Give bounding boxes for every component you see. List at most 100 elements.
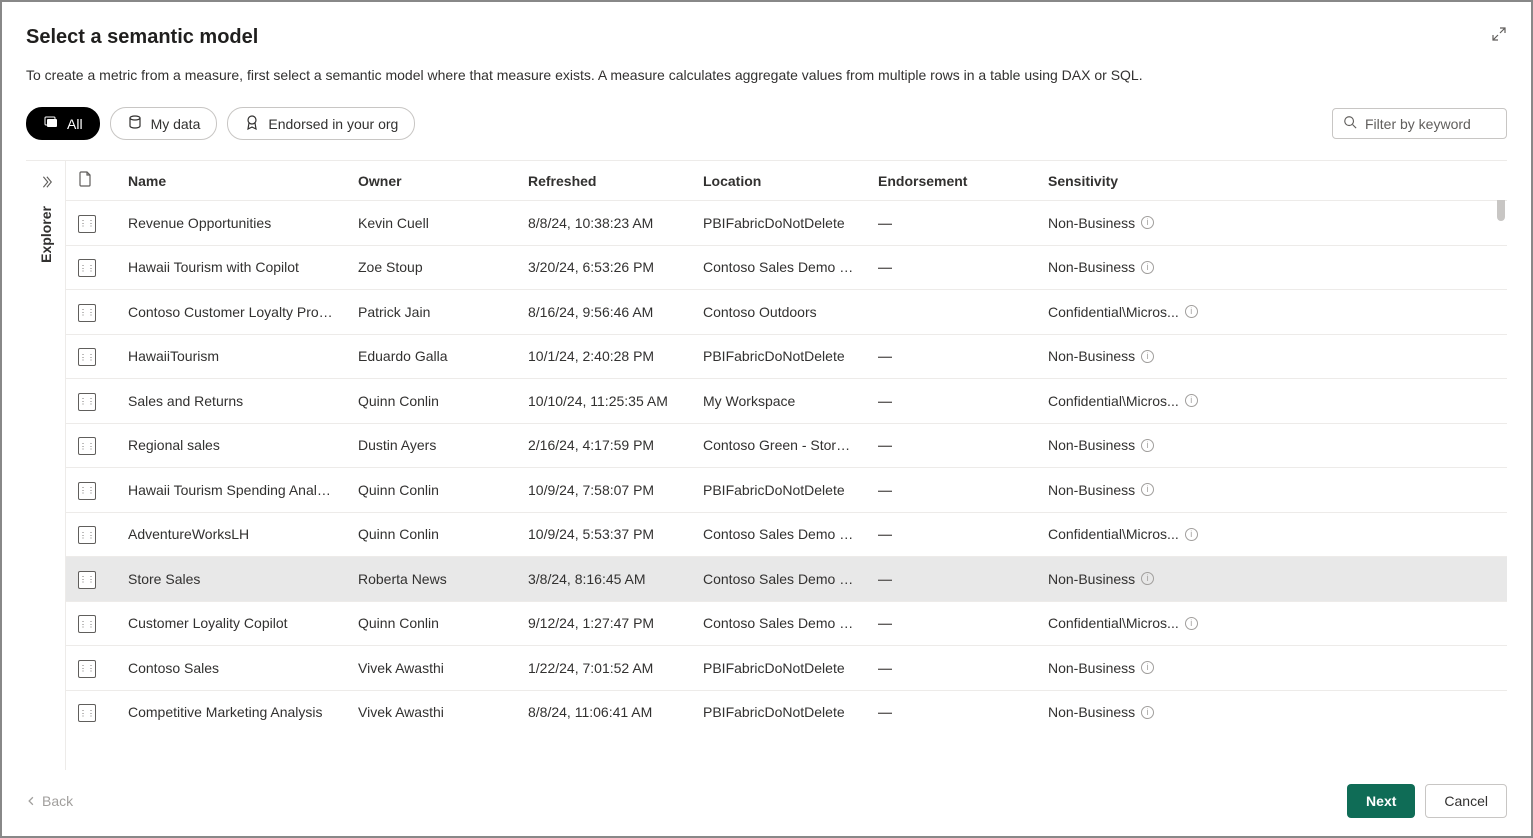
cell-sensitivity: Confidential\Micros...i xyxy=(1036,512,1507,557)
table-row[interactable]: ⋮⋮Regional salesDustin Ayers2/16/24, 4:1… xyxy=(66,423,1507,468)
model-icon-cell: ⋮⋮ xyxy=(66,512,116,557)
chevron-right-icon[interactable] xyxy=(39,175,53,192)
model-icon-cell: ⋮⋮ xyxy=(66,423,116,468)
info-icon[interactable]: i xyxy=(1141,216,1154,229)
info-icon[interactable]: i xyxy=(1141,350,1154,363)
cell-sensitivity: Confidential\Micros...i xyxy=(1036,379,1507,424)
cell-owner: Quinn Conlin xyxy=(346,601,516,646)
cell-refreshed: 10/1/24, 2:40:28 PM xyxy=(516,334,691,379)
cell-name: Sales and Returns xyxy=(116,379,346,424)
explorer-panel-collapsed: Explorer xyxy=(26,161,66,836)
info-icon[interactable]: i xyxy=(1141,661,1154,674)
filter-endorsed[interactable]: Endorsed in your org xyxy=(227,107,415,140)
search-input[interactable] xyxy=(1365,116,1496,132)
cell-endorsement: — xyxy=(866,423,1036,468)
filter-all[interactable]: All xyxy=(26,107,100,140)
info-icon[interactable]: i xyxy=(1185,617,1198,630)
back-button[interactable]: Back xyxy=(26,793,73,809)
cell-name: Hawaii Tourism with Copilot xyxy=(116,245,346,290)
info-icon[interactable]: i xyxy=(1141,261,1154,274)
cell-owner: Vivek Awasthi xyxy=(346,690,516,734)
table-row[interactable]: ⋮⋮Contoso SalesVivek Awasthi1/22/24, 7:0… xyxy=(66,646,1507,691)
filter-endorsed-label: Endorsed in your org xyxy=(268,116,398,132)
back-label: Back xyxy=(42,793,73,809)
filter-my-data[interactable]: My data xyxy=(110,107,218,140)
semantic-model-icon: ⋮⋮ xyxy=(78,615,96,633)
info-icon[interactable]: i xyxy=(1141,483,1154,496)
info-icon[interactable]: i xyxy=(1185,305,1198,318)
cell-owner: Vivek Awasthi xyxy=(346,646,516,691)
model-icon-cell: ⋮⋮ xyxy=(66,557,116,602)
cell-sensitivity: Non-Businessi xyxy=(1036,557,1507,602)
col-icon-header[interactable] xyxy=(66,161,116,201)
cell-refreshed: 8/8/24, 10:38:23 AM xyxy=(516,201,691,246)
page-description: To create a metric from a measure, first… xyxy=(26,67,1507,83)
table-row[interactable]: ⋮⋮Contoso Customer Loyalty Progr...Patri… xyxy=(66,290,1507,335)
info-icon[interactable]: i xyxy=(1185,528,1198,541)
col-location-header[interactable]: Location xyxy=(691,161,866,201)
table-row[interactable]: ⋮⋮Revenue OpportunitiesKevin Cuell8/8/24… xyxy=(66,201,1507,246)
page-title: Select a semantic model xyxy=(26,26,258,49)
cell-endorsement: — xyxy=(866,379,1036,424)
semantic-model-icon: ⋮⋮ xyxy=(78,526,96,544)
cell-sensitivity: Non-Businessi xyxy=(1036,334,1507,379)
stack-icon xyxy=(43,114,59,133)
filter-my-data-label: My data xyxy=(151,116,201,132)
info-icon[interactable]: i xyxy=(1141,572,1154,585)
cell-owner: Dustin Ayers xyxy=(346,423,516,468)
table-row[interactable]: ⋮⋮Hawaii Tourism Spending AnalysisQuinn … xyxy=(66,468,1507,513)
cell-endorsement: — xyxy=(866,201,1036,246)
table-row[interactable]: ⋮⋮Competitive Marketing AnalysisVivek Aw… xyxy=(66,690,1507,734)
table-row[interactable]: ⋮⋮AdventureWorksLHQuinn Conlin10/9/24, 5… xyxy=(66,512,1507,557)
semantic-model-icon: ⋮⋮ xyxy=(78,215,96,233)
cell-name: Store Sales xyxy=(116,557,346,602)
model-icon-cell: ⋮⋮ xyxy=(66,379,116,424)
cell-name: Hawaii Tourism Spending Analysis xyxy=(116,468,346,513)
col-refreshed-header[interactable]: Refreshed xyxy=(516,161,691,201)
semantic-model-icon: ⋮⋮ xyxy=(78,304,96,322)
col-name-header[interactable]: Name xyxy=(116,161,346,201)
cell-owner: Eduardo Galla xyxy=(346,334,516,379)
cell-endorsement: — xyxy=(866,646,1036,691)
semantic-model-icon: ⋮⋮ xyxy=(78,348,96,366)
col-owner-header[interactable]: Owner xyxy=(346,161,516,201)
cell-location: PBIFabricDoNotDelete xyxy=(691,201,866,246)
cylinder-icon xyxy=(127,114,143,133)
cell-endorsement: — xyxy=(866,557,1036,602)
cell-location: Contoso Sales Demo Sp... xyxy=(691,512,866,557)
table-row[interactable]: ⋮⋮Sales and ReturnsQuinn Conlin10/10/24,… xyxy=(66,379,1507,424)
cell-sensitivity: Non-Businessi xyxy=(1036,201,1507,246)
expand-icon[interactable] xyxy=(1491,26,1507,45)
model-icon-cell: ⋮⋮ xyxy=(66,468,116,513)
cell-name: AdventureWorksLH xyxy=(116,512,346,557)
table-row[interactable]: ⋮⋮Hawaii Tourism with CopilotZoe Stoup3/… xyxy=(66,245,1507,290)
dialog-select-semantic-model: Select a semantic model To create a metr… xyxy=(2,2,1531,836)
cell-refreshed: 10/9/24, 7:58:07 PM xyxy=(516,468,691,513)
cell-sensitivity: Non-Businessi xyxy=(1036,690,1507,734)
semantic-model-icon: ⋮⋮ xyxy=(78,437,96,455)
table-row[interactable]: ⋮⋮Customer Loyality CopilotQuinn Conlin9… xyxy=(66,601,1507,646)
cell-refreshed: 3/8/24, 8:16:45 AM xyxy=(516,557,691,602)
cell-owner: Quinn Conlin xyxy=(346,379,516,424)
cell-sensitivity: Non-Businessi xyxy=(1036,245,1507,290)
info-icon[interactable]: i xyxy=(1141,706,1154,719)
cell-refreshed: 1/22/24, 7:01:52 AM xyxy=(516,646,691,691)
table-row[interactable]: ⋮⋮Store SalesRoberta News3/8/24, 8:16:45… xyxy=(66,557,1507,602)
next-button[interactable]: Next xyxy=(1347,784,1415,818)
table-row[interactable]: ⋮⋮HawaiiTourismEduardo Galla10/1/24, 2:4… xyxy=(66,334,1507,379)
col-sensitivity-header[interactable]: Sensitivity xyxy=(1036,161,1507,201)
info-icon[interactable]: i xyxy=(1185,394,1198,407)
cell-location: PBIFabricDoNotDelete xyxy=(691,334,866,379)
cell-endorsement xyxy=(866,290,1036,335)
chevron-left-icon xyxy=(26,793,36,809)
cell-location: Contoso Sales Demo Sp... xyxy=(691,601,866,646)
col-endorsement-header[interactable]: Endorsement xyxy=(866,161,1036,201)
cell-name: Contoso Customer Loyalty Progr... xyxy=(116,290,346,335)
search-box[interactable] xyxy=(1332,108,1507,139)
cancel-button[interactable]: Cancel xyxy=(1425,784,1507,818)
semantic-model-icon: ⋮⋮ xyxy=(78,393,96,411)
search-icon xyxy=(1343,115,1357,132)
semantic-model-table: Name Owner Refreshed Location Endorsemen… xyxy=(66,161,1507,734)
info-icon[interactable]: i xyxy=(1141,439,1154,452)
model-icon-cell: ⋮⋮ xyxy=(66,601,116,646)
